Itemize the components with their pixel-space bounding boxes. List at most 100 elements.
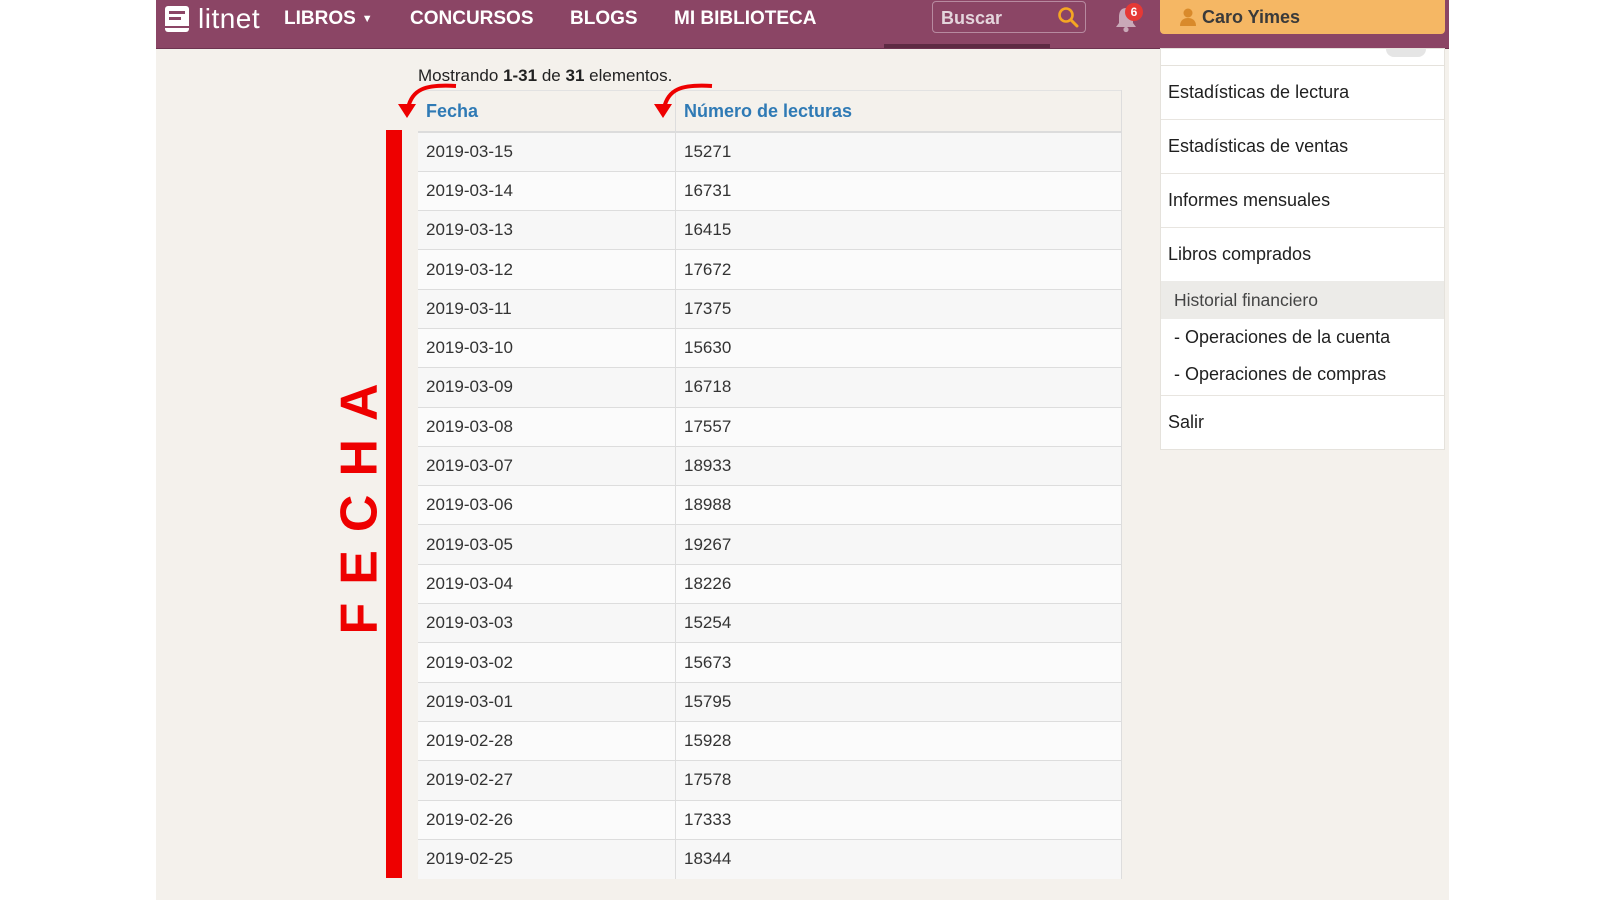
nav-libros-label: LIBROS [284, 8, 356, 30]
nav-mi-biblioteca-label: MI BIBLIOTECA [674, 8, 817, 29]
date-cell: 2019-03-13 [418, 210, 676, 250]
date-cell: 2019-02-26 [418, 799, 676, 840]
readings-cell: 18933 [675, 445, 1122, 486]
readings-cell: 16718 [675, 367, 1122, 408]
date-cell: 2019-03-12 [418, 249, 676, 290]
sidebar-item-estadisticas-ventas[interactable]: Estadísticas de ventas [1161, 120, 1444, 174]
search-input[interactable] [939, 5, 1053, 31]
summary-total: 31 [565, 66, 585, 85]
sidebar-item-estadisticas-lectura[interactable]: Estadísticas de lectura [1161, 66, 1444, 120]
book-logo-icon [165, 6, 189, 32]
table-row: 2019-02-26 17333 [418, 799, 1122, 840]
readings-cell: 18226 [675, 563, 1122, 604]
nav-concursos[interactable]: CONCURSOS [410, 0, 534, 40]
user-menu-button[interactable]: Caro Yimes [1160, 0, 1445, 34]
table-row: 2019-03-07 18933 [418, 445, 1122, 486]
table-row: 2019-03-01 15795 [418, 681, 1122, 722]
date-cell: 2019-03-10 [418, 327, 676, 368]
table-row: 2019-03-04 18226 [418, 563, 1122, 604]
readings-cell: 17375 [675, 288, 1122, 329]
table-row: 2019-03-09 16718 [418, 367, 1122, 408]
top-navigation-bar: litnet LIBROS ▼ CONCURSOS BLOGS MI BIBLIO… [156, 0, 1449, 49]
summary-mid: de [541, 66, 561, 85]
readings-cell: 15928 [675, 720, 1122, 761]
readings-cell: 17333 [675, 799, 1122, 840]
readings-cell: 18988 [675, 485, 1122, 525]
user-icon [1180, 8, 1196, 26]
date-cell: 2019-02-27 [418, 760, 676, 801]
date-cell: 2019-03-14 [418, 170, 676, 211]
table-row: 2019-03-15 15271 [418, 131, 1122, 172]
readings-cell: 16415 [675, 210, 1122, 250]
table-row: 2019-03-14 16731 [418, 170, 1122, 211]
sidebar-item-operaciones-cuenta[interactable]: - Operaciones de la cuenta [1161, 319, 1444, 356]
date-cell: 2019-03-08 [418, 406, 676, 447]
sidebar-item-salir[interactable]: Salir [1161, 396, 1444, 449]
sidebar-item-informes-mensuales[interactable]: Informes mensuales [1161, 174, 1444, 228]
sidebar-financial-section: Historial financiero - Operaciones de la… [1161, 281, 1444, 396]
date-cell: 2019-03-07 [418, 445, 676, 486]
table-row: 2019-03-13 16415 [418, 210, 1122, 250]
date-cell: 2019-03-03 [418, 603, 676, 643]
table-row: 2019-03-02 15673 [418, 642, 1122, 683]
readings-cell: 17557 [675, 406, 1122, 447]
notifications-badge: 6 [1125, 3, 1143, 21]
summary-range: 1-31 [503, 66, 538, 85]
table-row: 2019-03-05 19267 [418, 524, 1122, 565]
readings-cell: 15254 [675, 603, 1122, 643]
annotation-label-text: FECHA [331, 365, 390, 635]
readings-cell: 15795 [675, 681, 1122, 722]
litnet-logo[interactable]: litnet [164, 3, 260, 35]
readings-cell: 15630 [675, 327, 1122, 368]
nav-libros[interactable]: LIBROS ▼ [284, 0, 373, 40]
readings-cell: 18344 [675, 838, 1122, 879]
date-cell: 2019-03-09 [418, 367, 676, 408]
account-sidebar: Estadísticas de lectura Estadísticas de … [1160, 48, 1445, 450]
date-cell: 2019-03-05 [418, 524, 676, 565]
readings-cell: 16731 [675, 170, 1122, 211]
sidebar-section-historial-financiero[interactable]: Historial financiero [1161, 281, 1444, 319]
table-header-row: Fecha Número de lecturas [418, 90, 1122, 133]
nav-blogs-label: BLOGS [570, 8, 638, 29]
table-row: 2019-03-12 17672 [418, 249, 1122, 290]
readings-cell: 19267 [675, 524, 1122, 565]
date-cell: 2019-02-25 [418, 838, 676, 879]
readings-cell: 15673 [675, 642, 1122, 683]
readings-cell: 17578 [675, 760, 1122, 801]
date-cell: 2019-02-28 [418, 720, 676, 761]
sidebar-top-edge [1161, 49, 1444, 66]
table-row: 2019-02-27 17578 [418, 760, 1122, 801]
table-row: 2019-02-28 15928 [418, 720, 1122, 761]
logo-text: litnet [198, 3, 261, 34]
app-screen: litnet LIBROS ▼ CONCURSOS BLOGS MI BIBLIO… [156, 0, 1449, 900]
caret-down-icon: ▼ [361, 13, 373, 25]
table-row: 2019-03-10 15630 [418, 327, 1122, 368]
search-box [932, 1, 1086, 33]
user-name: Caro Yimes [1202, 6, 1301, 27]
nav-blogs[interactable]: BLOGS [570, 0, 638, 40]
readings-cell: 17672 [675, 249, 1122, 290]
table-row: 2019-03-08 17557 [418, 406, 1122, 447]
annotation-arrow-fecha [398, 83, 457, 118]
annotation-label: FECHA [331, 365, 389, 634]
date-cell: 2019-03-06 [418, 485, 676, 525]
table-row: 2019-03-03 15254 [418, 603, 1122, 643]
sidebar-item-operaciones-compras[interactable]: - Operaciones de compras [1161, 356, 1444, 393]
date-cell: 2019-03-01 [418, 681, 676, 722]
date-cell: 2019-03-02 [418, 642, 676, 683]
readings-cell: 15271 [675, 131, 1122, 172]
date-cell: 2019-03-11 [418, 288, 676, 329]
sidebar-top-pill [1386, 49, 1426, 57]
search-icon[interactable] [1057, 6, 1079, 28]
date-cell: 2019-03-04 [418, 563, 676, 604]
annotation-arrow-lecturas [654, 83, 713, 118]
table-row: 2019-02-25 18344 [418, 838, 1122, 879]
nav-concursos-label: CONCURSOS [410, 8, 534, 29]
sidebar-item-libros-comprados[interactable]: Libros comprados [1161, 228, 1444, 281]
date-cell: 2019-03-15 [418, 131, 676, 172]
column-header-lecturas: Número de lecturas [675, 90, 1122, 133]
active-tab-indicator [884, 44, 1050, 48]
table-row: 2019-03-11 17375 [418, 288, 1122, 329]
nav-mi-biblioteca[interactable]: MI BIBLIOTECA [674, 0, 817, 40]
readings-table: Fecha Número de lecturas 2019-03-15 15271… [418, 90, 1122, 879]
